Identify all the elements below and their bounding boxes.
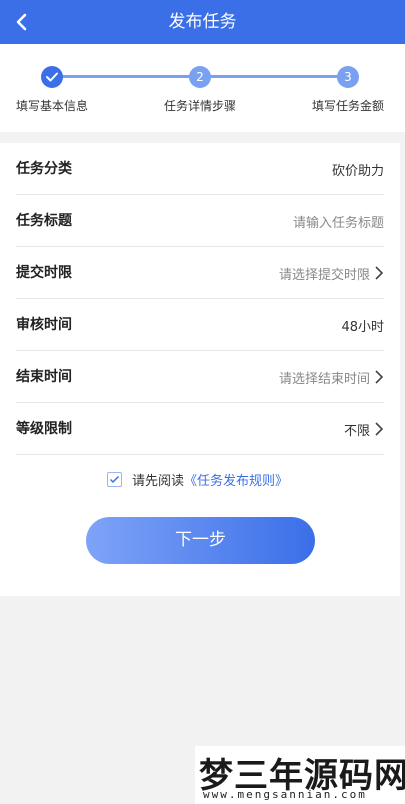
chevron-right-icon [374,265,384,281]
title-input[interactable]: 请输入任务标题 [293,195,384,247]
step-2-label: 任务详情步骤 [164,99,237,113]
review-row: 审核时间 48小时 [16,299,384,351]
step-3-indicator: 3 [337,66,359,88]
title-row: 任务标题 请输入任务标题 [16,195,384,247]
end-time-row[interactable]: 结束时间 请选择结束时间 [16,351,384,403]
level-row[interactable]: 等级限制 不限 [16,403,384,455]
agreement-row: 请先阅读 《任务发布规则》 [107,470,288,489]
category-value: 砍价助力 [331,163,384,179]
end-time-picker[interactable]: 请选择结束时间 [279,351,384,403]
end-time-label: 结束时间 [16,369,72,385]
deadline-value: 请选择提交时限 [278,267,370,283]
review-value: 48小时 [341,319,384,335]
deadline-row[interactable]: 提交时限 请选择提交时限 [16,247,384,299]
step-connector [60,75,190,78]
agreement-checkbox[interactable] [107,471,122,487]
level-value: 不限 [343,423,370,439]
step-2-indicator: 2 [189,66,211,88]
level-picker[interactable]: 不限 [344,403,384,455]
title-label: 任务标题 [16,213,72,229]
check-icon [109,475,120,483]
step-1-indicator [41,66,63,88]
watermark: 梦三年源码网 www.mengsannian.com [195,746,405,804]
end-time-value: 请选择结束时间 [278,371,370,387]
page-title: 发布任务 [168,12,237,32]
step-progress: 2 3 填写基本信息 任务详情步骤 填写任务金额 [0,44,405,132]
step-1-label: 填写基本信息 [16,99,89,113]
review-label: 审核时间 [16,317,72,333]
step-connector [208,75,338,78]
category-row[interactable]: 任务分类 砍价助力 [16,143,384,195]
deadline-label: 提交时限 [16,265,72,281]
watermark-url: www.mengsannian.com [203,788,367,801]
check-icon [46,72,58,82]
agreement-text: 请先阅读 [132,473,185,489]
rules-link[interactable]: 《任务发布规则》 [184,470,288,489]
level-label: 等级限制 [16,421,72,437]
chevron-right-icon [374,369,384,385]
step-3-label: 填写任务金额 [312,99,385,113]
top-nav-bar: 发布任务 [0,0,405,44]
category-label: 任务分类 [16,161,72,177]
chevron-right-icon [374,421,384,437]
next-step-button[interactable]: 下一步 [86,517,315,564]
deadline-picker[interactable]: 请选择提交时限 [279,247,384,299]
